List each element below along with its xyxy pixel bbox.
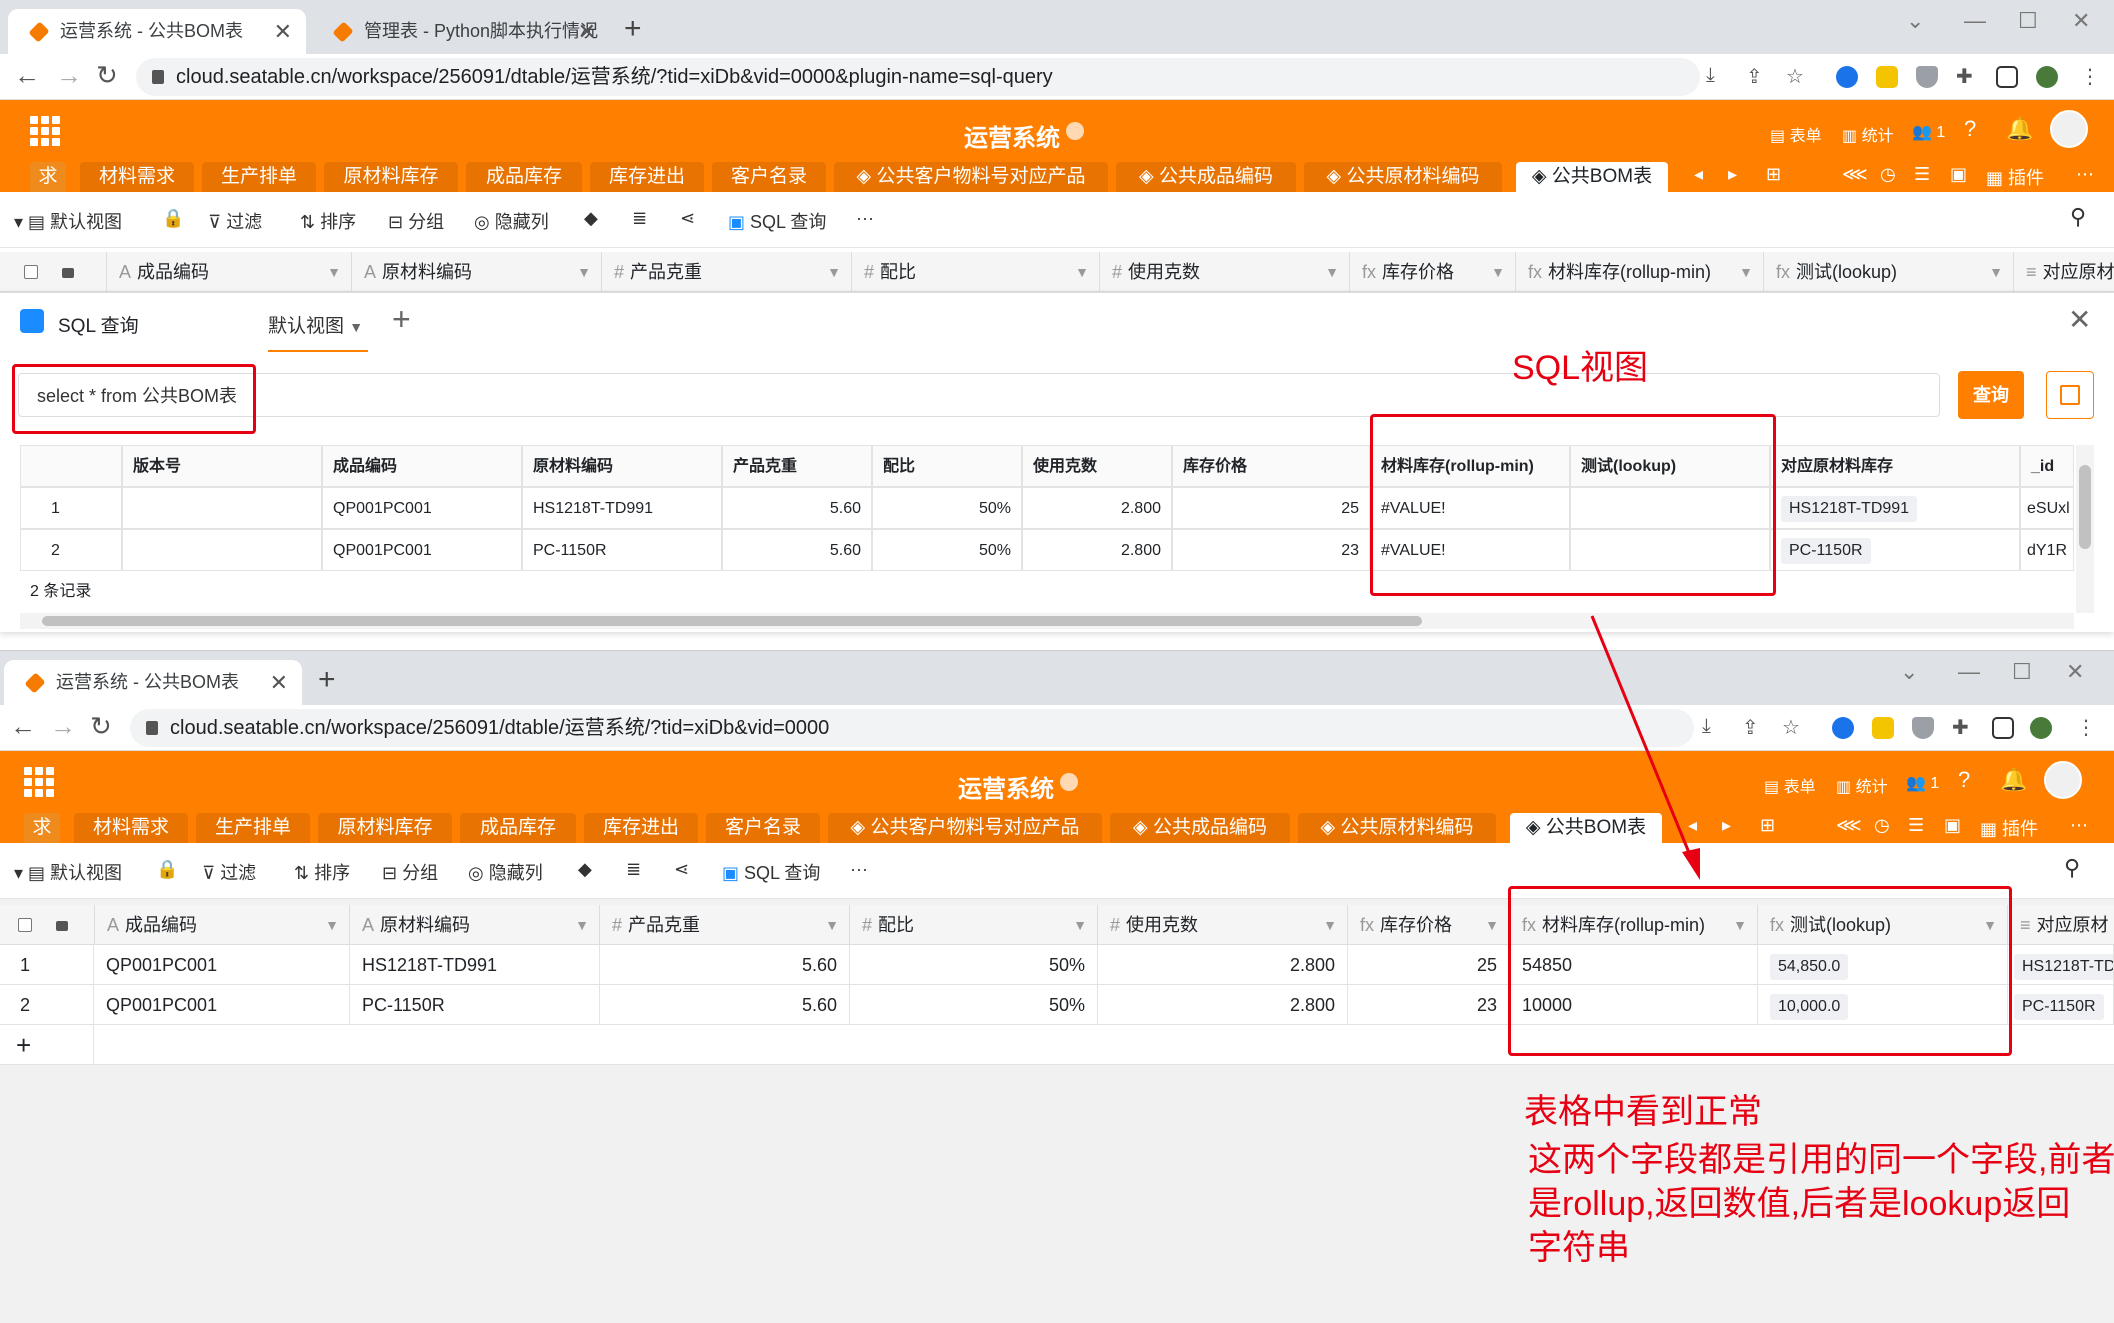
annotation-note-line4: 字符串 <box>1528 1229 1630 1267</box>
arrow-line <box>1590 615 1694 861</box>
arrow-head-icon <box>1682 848 1700 880</box>
annotation-note-line1: 表格中看到正常 <box>1524 1093 1762 1131</box>
annotation-arrow <box>1590 615 1700 880</box>
annotation-note-line2: 这两个字段都是引用的同一个字段,前者 <box>1528 1141 2114 1179</box>
annotation-note-line3: 是rollup,返回数值,后者是lookup返回 <box>1528 1185 2071 1223</box>
